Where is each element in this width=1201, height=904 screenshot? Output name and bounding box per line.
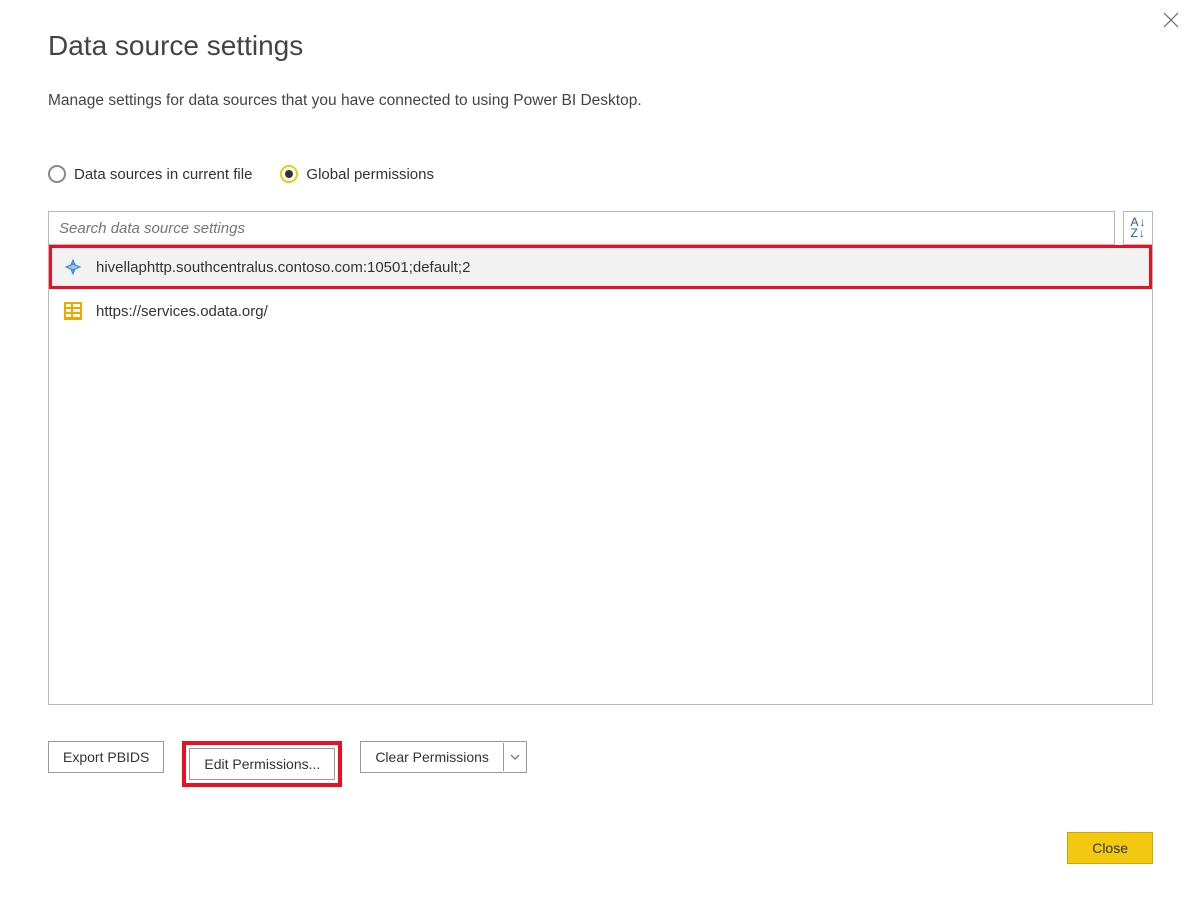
close-button[interactable]: Close: [1067, 832, 1153, 864]
clear-permissions-split-button[interactable]: Clear Permissions: [360, 741, 527, 773]
data-source-list[interactable]: hivellaphttp.southcentralus.contoso.com:…: [48, 245, 1153, 705]
radio-label: Data sources in current file: [74, 166, 252, 183]
highlight-annotation: Edit Permissions...: [182, 741, 342, 787]
data-source-item[interactable]: https://services.odata.org/: [49, 289, 1152, 333]
radio-icon: [48, 165, 66, 183]
radio-group-container: Data sources in current file Global perm…: [48, 165, 1153, 183]
radio-global-permissions[interactable]: Global permissions: [280, 165, 434, 183]
sort-button[interactable]: A↓ Z↓: [1123, 211, 1153, 245]
close-icon[interactable]: [1163, 12, 1183, 32]
connector-icon: [62, 256, 84, 278]
odata-icon: [62, 300, 84, 322]
clear-permissions-button[interactable]: Clear Permissions: [361, 743, 504, 771]
dialog-subtitle: Manage settings for data sources that yo…: [48, 92, 1153, 110]
search-input[interactable]: [48, 211, 1115, 245]
chevron-down-icon[interactable]: [504, 754, 526, 760]
radio-data-sources-current-file[interactable]: Data sources in current file: [48, 165, 252, 183]
dialog-title: Data source settings: [48, 30, 1153, 62]
data-source-label: https://services.odata.org/: [96, 303, 268, 320]
edit-permissions-button[interactable]: Edit Permissions...: [189, 748, 335, 780]
data-source-item[interactable]: hivellaphttp.southcentralus.contoso.com:…: [49, 245, 1152, 289]
export-pbids-button[interactable]: Export PBIDS: [48, 741, 164, 773]
radio-label: Global permissions: [306, 166, 434, 183]
data-source-label: hivellaphttp.southcentralus.contoso.com:…: [96, 259, 470, 276]
sort-az-icon: A↓ Z↓: [1130, 217, 1145, 239]
radio-icon: [280, 165, 298, 183]
